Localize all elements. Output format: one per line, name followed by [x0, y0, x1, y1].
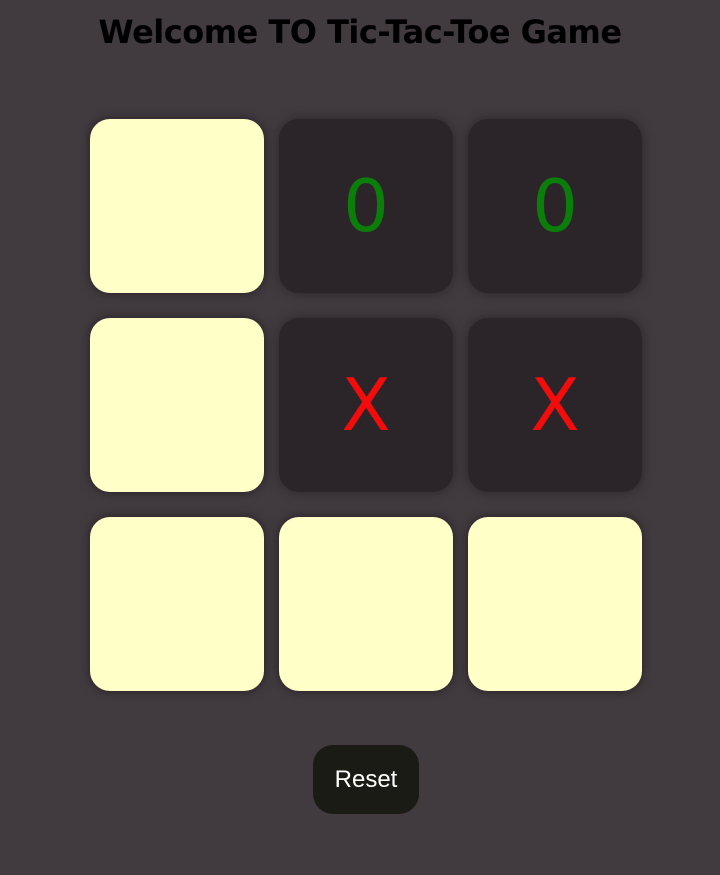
board-cell-5[interactable]: X: [279, 318, 453, 492]
board-cell-1[interactable]: [90, 119, 264, 293]
board-cell-4[interactable]: [90, 318, 264, 492]
board-cell-7[interactable]: [90, 517, 264, 691]
board-cell-6[interactable]: X: [468, 318, 642, 492]
game-board: 0 0 X X: [90, 119, 642, 691]
board-cell-2[interactable]: 0: [279, 119, 453, 293]
board-cell-8[interactable]: [279, 517, 453, 691]
board-cell-9[interactable]: [468, 517, 642, 691]
page-title: Welcome TO Tic-Tac-Toe Game: [98, 13, 622, 51]
board-cell-3[interactable]: 0: [468, 119, 642, 293]
reset-button[interactable]: Reset: [313, 745, 419, 814]
